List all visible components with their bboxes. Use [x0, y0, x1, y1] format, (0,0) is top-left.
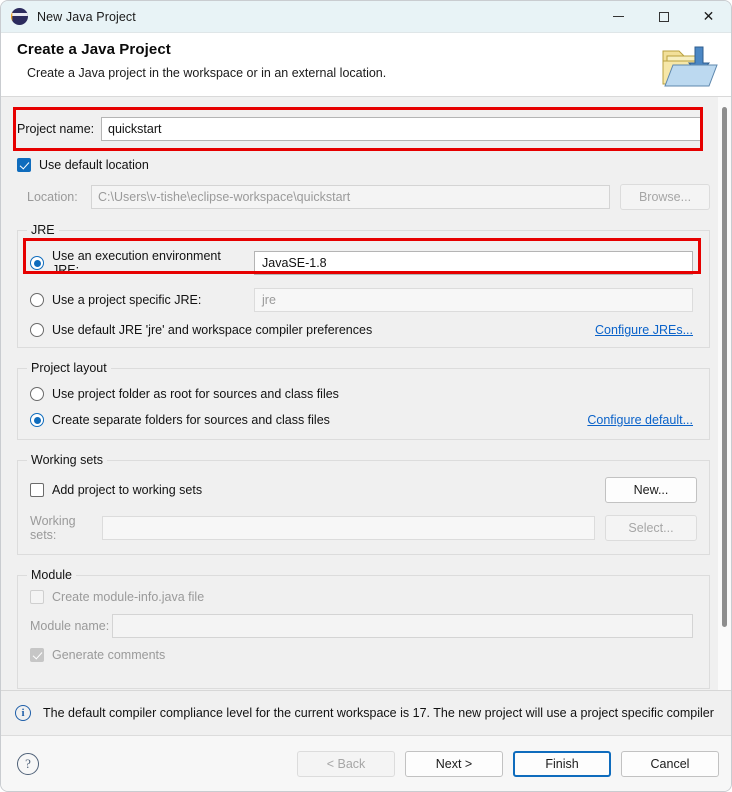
dialog-header: Create a Java Project Create a Java proj…: [1, 33, 731, 97]
new-java-project-dialog: New Java Project ✕ Create a Java Project…: [0, 0, 732, 792]
add-to-working-sets-checkbox[interactable]: [30, 483, 44, 497]
generate-comments-label: Generate comments: [52, 648, 166, 662]
settings-content: Project name: quickstart Use default loc…: [1, 97, 718, 690]
jre-group: JRE Use an execution environment JRE: Ja…: [17, 223, 710, 348]
select-working-set-button: Select...: [605, 515, 697, 541]
project-layout-group-title: Project layout: [27, 361, 111, 375]
location-input: C:\Users\v-tishe\eclipse-workspace\quick…: [91, 185, 610, 209]
project-specific-jre-radio[interactable]: [30, 293, 44, 307]
configure-default-link[interactable]: Configure default...: [587, 413, 693, 427]
default-jre-row[interactable]: Use default JRE 'jre' and workspace comp…: [30, 323, 697, 337]
cancel-button[interactable]: Cancel: [621, 750, 719, 777]
maximize-button[interactable]: [641, 1, 686, 33]
info-message: The default compiler compliance level fo…: [43, 706, 714, 720]
project-specific-jre-label: Use a project specific JRE:: [52, 293, 202, 307]
page-title: Create a Java Project: [17, 41, 171, 58]
new-java-project-folder-icon: [662, 46, 718, 87]
minimize-icon: [613, 16, 624, 17]
layout-project-folder-row[interactable]: Use project folder as root for sources a…: [30, 387, 697, 401]
add-to-working-sets-label: Add project to working sets: [52, 483, 203, 497]
project-name-label: Project name:: [17, 122, 95, 136]
close-icon: ✕: [702, 8, 715, 25]
generate-comments-row[interactable]: Generate comments: [30, 648, 697, 662]
create-module-info-checkbox: [30, 590, 44, 604]
module-name-label: Module name:: [30, 619, 110, 633]
configure-jres-link[interactable]: Configure JREs...: [595, 323, 693, 337]
project-specific-jre-row[interactable]: Use a project specific JRE: jre: [30, 288, 697, 312]
dialog-body: Project name: quickstart Use default loc…: [1, 97, 731, 690]
close-button[interactable]: ✕: [686, 1, 731, 33]
working-sets-group-title: Working sets: [27, 453, 108, 467]
working-sets-row: Working sets: Select...: [30, 514, 697, 542]
default-jre-radio[interactable]: [30, 323, 44, 337]
info-bar: i The default compiler compliance level …: [1, 690, 731, 735]
dialog-footer: ? < Back Next > Finish Cancel: [1, 735, 731, 791]
info-icon: i: [15, 705, 31, 721]
layout-separate-folders-row[interactable]: Create separate folders for sources and …: [30, 413, 697, 427]
window-controls: ✕: [596, 1, 731, 33]
vertical-scrollbar[interactable]: [718, 97, 731, 690]
back-button: < Back: [297, 750, 395, 777]
layout-separate-folders-radio[interactable]: [30, 413, 44, 427]
layout-separate-folders-label: Create separate folders for sources and …: [52, 413, 330, 427]
project-specific-jre-combo: jre: [254, 288, 693, 312]
default-jre-label: Use default JRE 'jre' and workspace comp…: [52, 323, 373, 337]
layout-project-folder-radio[interactable]: [30, 387, 44, 401]
jre-group-title: JRE: [27, 223, 59, 237]
execution-environment-label: Use an execution environment JRE:: [52, 249, 221, 277]
next-button[interactable]: Next >: [405, 750, 503, 777]
title-bar-left: New Java Project: [1, 8, 136, 25]
vertical-scrollbar-thumb[interactable]: [722, 107, 727, 627]
location-row: Location: C:\Users\v-tishe\eclipse-works…: [17, 184, 710, 210]
working-sets-label: Working sets:: [30, 514, 76, 542]
help-icon[interactable]: ?: [17, 752, 39, 775]
module-name-input: [112, 614, 693, 638]
window-title: New Java Project: [37, 9, 136, 24]
minimize-button[interactable]: [596, 1, 641, 33]
project-name-row: Project name: quickstart: [17, 117, 710, 141]
generate-comments-checkbox: [30, 648, 44, 662]
module-group: Module Create module-info.java file Modu…: [17, 568, 710, 689]
browse-button: Browse...: [620, 184, 710, 210]
eclipse-logo-icon: [11, 8, 28, 25]
execution-environment-radio[interactable]: [30, 256, 44, 270]
new-working-set-button[interactable]: New...: [605, 477, 697, 503]
finish-button[interactable]: Finish: [513, 750, 611, 777]
module-name-row: Module name:: [30, 614, 697, 638]
working-sets-combo: [102, 516, 595, 540]
add-to-working-sets-row[interactable]: Add project to working sets New...: [30, 477, 697, 503]
execution-environment-row[interactable]: Use an execution environment JRE: JavaSE…: [30, 249, 697, 277]
title-bar: New Java Project ✕: [1, 1, 731, 33]
layout-project-folder-label: Use project folder as root for sources a…: [52, 387, 339, 401]
location-label: Location:: [27, 190, 78, 204]
execution-environment-combo[interactable]: JavaSE-1.8: [254, 251, 693, 275]
project-layout-group: Project layout Use project folder as roo…: [17, 361, 710, 440]
project-name-input[interactable]: quickstart: [101, 117, 702, 141]
create-module-info-label: Create module-info.java file: [52, 590, 205, 604]
module-group-title: Module: [27, 568, 76, 582]
maximize-icon: [658, 11, 669, 22]
create-module-info-row[interactable]: Create module-info.java file: [30, 590, 697, 604]
use-default-location-label: Use default location: [39, 158, 149, 172]
use-default-location-row[interactable]: Use default location: [17, 158, 710, 172]
working-sets-group: Working sets Add project to working sets…: [17, 453, 710, 555]
page-subtitle: Create a Java project in the workspace o…: [27, 66, 387, 80]
use-default-location-checkbox[interactable]: [17, 158, 31, 172]
